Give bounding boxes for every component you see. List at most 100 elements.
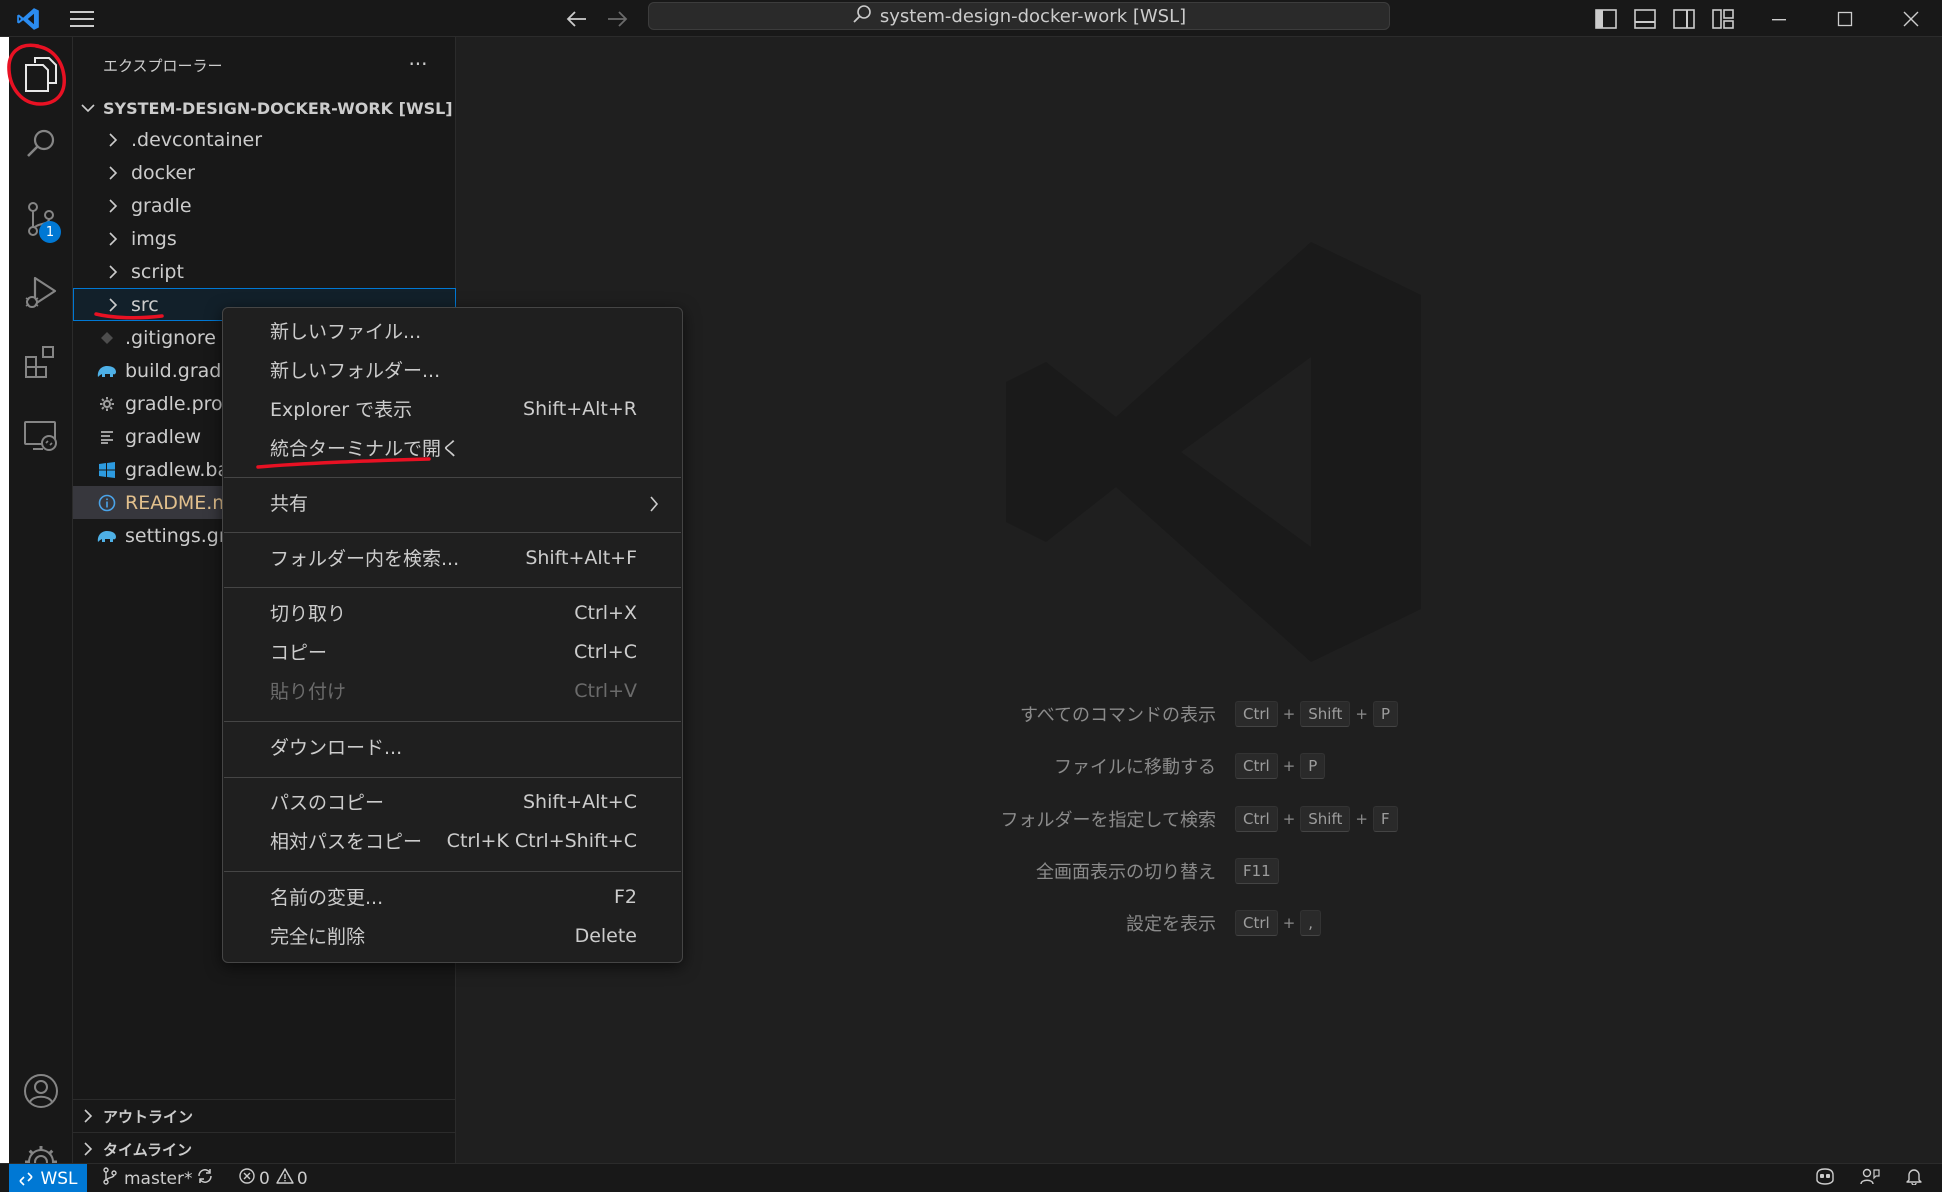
explorer-context-menu: 新しいファイル... 新しいフォルダー... Explorer で表示 Shif… xyxy=(222,307,683,963)
keycap: F xyxy=(1372,806,1398,832)
toggle-primary-sidebar-icon[interactable] xyxy=(1588,0,1624,37)
toggle-secondary-sidebar-icon[interactable] xyxy=(1666,0,1702,37)
menu-item-find-in-folder[interactable]: フォルダー内を検索... Shift+Alt+F xyxy=(224,538,681,577)
shortcut-label: すべてのコマンドの表示 xyxy=(1019,705,1216,726)
tree-folder-devcontainer[interactable]: .devcontainer xyxy=(73,123,456,156)
chevron-right-icon xyxy=(101,255,125,288)
workspace-folder-header[interactable]: SYSTEM-DESIGN-DOCKER-WORK [WSL] xyxy=(73,93,456,123)
menu-separator xyxy=(224,587,681,588)
tree-item-label: imgs xyxy=(131,227,177,250)
keycap: Shift xyxy=(1300,701,1351,727)
git-branch-icon xyxy=(102,1167,118,1190)
shortcut-keys: Ctrl +, xyxy=(1232,910,1324,936)
windows-file-icon xyxy=(95,453,119,486)
menu-item-copy[interactable]: コピー Ctrl+C xyxy=(224,632,681,671)
timeline-section-header[interactable]: タイムライン xyxy=(73,1132,456,1165)
feedback-icon xyxy=(1860,1167,1880,1190)
accounts-icon[interactable] xyxy=(9,1059,73,1123)
tree-item-label: .gitignore xyxy=(125,326,216,349)
keycap: Ctrl xyxy=(1235,753,1278,779)
chevron-right-icon xyxy=(101,123,125,156)
menu-hamburger-icon[interactable] xyxy=(62,0,102,37)
error-icon xyxy=(238,1167,256,1190)
command-center-text: system-design-docker-work [WSL] xyxy=(879,5,1187,27)
submenu-chevron-icon xyxy=(649,495,659,517)
bell-icon xyxy=(1905,1167,1923,1190)
vscode-logo-icon xyxy=(8,0,48,37)
menu-separator xyxy=(224,777,681,778)
tree-item-label: docker xyxy=(131,161,195,184)
tree-item-label: gradle xyxy=(131,194,192,217)
keycap: P xyxy=(1372,701,1399,727)
live-share-button[interactable] xyxy=(1860,1164,1880,1192)
menu-item-paste: 貼り付け Ctrl+V xyxy=(270,679,637,704)
vscode-watermark-icon xyxy=(1006,242,1421,662)
window-left-edge xyxy=(0,37,9,1163)
command-center-search[interactable]: system-design-docker-work [WSL] xyxy=(648,2,1390,30)
close-window-icon[interactable] xyxy=(1877,0,1942,37)
source-control-icon[interactable]: 1 xyxy=(9,187,73,251)
run-and-debug-icon[interactable] xyxy=(9,260,73,324)
menu-item-copy-relative-path[interactable]: 相対パスをコピー Ctrl+K Ctrl+Shift+C xyxy=(224,821,681,860)
copilot-status-button[interactable] xyxy=(1814,1164,1836,1192)
keycap: , xyxy=(1300,910,1322,936)
tree-item-label: gradlew.bat xyxy=(125,458,237,481)
tree-folder-script[interactable]: script xyxy=(73,255,456,288)
tree-item-label: script xyxy=(131,260,184,283)
branch-status[interactable]: master* xyxy=(102,1164,192,1192)
gradle-elephant-icon xyxy=(95,519,119,552)
shortcut-label: 設定を表示 xyxy=(1126,914,1216,935)
chevron-right-icon xyxy=(101,288,125,321)
problems-status[interactable]: 0 0 xyxy=(238,1164,308,1192)
menu-item-reveal-in-explorer[interactable]: Explorer で表示 Shift+Alt+R xyxy=(224,389,681,428)
shortcut-label: 全画面表示の切り替え xyxy=(1036,862,1216,883)
keycap: Shift xyxy=(1300,806,1351,832)
customize-layout-icon[interactable] xyxy=(1705,0,1741,37)
extensions-icon[interactable] xyxy=(9,330,73,394)
text-file-icon xyxy=(95,420,119,453)
sync-button[interactable] xyxy=(196,1164,214,1192)
search-icon[interactable] xyxy=(9,112,73,176)
go-forward-icon[interactable] xyxy=(600,0,634,37)
menu-item-new-file[interactable]: 新しいファイル... xyxy=(224,311,681,350)
tree-item-label: .devcontainer xyxy=(131,128,263,151)
menu-item-delete[interactable]: 完全に削除 Delete xyxy=(224,916,681,955)
tree-folder-gradle[interactable]: gradle xyxy=(73,189,456,222)
menu-separator xyxy=(224,871,681,872)
keycap: Ctrl xyxy=(1235,701,1278,727)
remote-indicator-button[interactable]: WSL xyxy=(9,1164,87,1192)
menu-item-copy-path[interactable]: パスのコピー Shift+Alt+C xyxy=(224,782,681,821)
warning-count: 0 xyxy=(296,1168,308,1189)
menu-item-share[interactable]: 共有 xyxy=(224,483,681,522)
minimize-window-icon[interactable] xyxy=(1745,0,1813,37)
remote-explorer-icon[interactable] xyxy=(9,403,73,467)
activity-bar: 1 xyxy=(9,37,73,1178)
menu-separator xyxy=(224,477,681,478)
tree-folder-docker[interactable]: docker xyxy=(73,156,456,189)
more-actions-button[interactable]: ··· xyxy=(403,49,433,79)
shortcut-label: フォルダーを指定して検索 xyxy=(1000,810,1216,831)
go-back-icon[interactable] xyxy=(560,0,594,37)
maximize-window-icon[interactable] xyxy=(1811,0,1879,37)
title-bar: system-design-docker-work [WSL] xyxy=(0,0,1942,37)
tree-folder-imgs[interactable]: imgs xyxy=(73,222,456,255)
menu-item-download[interactable]: ダウンロード... xyxy=(224,727,681,766)
error-count: 0 xyxy=(259,1168,270,1189)
menu-item-open-in-terminal[interactable]: 統合ターミナルで開く xyxy=(224,428,681,467)
workspace-title: SYSTEM-DESIGN-DOCKER-WORK [WSL] xyxy=(103,98,453,118)
menu-item-cut[interactable]: 切り取り Ctrl+X xyxy=(224,593,681,632)
info-icon xyxy=(95,486,119,519)
keycap: Ctrl xyxy=(1235,806,1278,832)
menu-separator xyxy=(224,532,681,533)
keycap: Ctrl xyxy=(1235,910,1278,936)
git-file-icon xyxy=(95,321,119,354)
explorer-icon[interactable] xyxy=(9,42,73,106)
outline-section-header[interactable]: アウトライン xyxy=(73,1099,456,1132)
sidebar-title: エクスプローラー xyxy=(103,57,223,75)
keycap: P xyxy=(1300,753,1326,779)
menu-item-new-folder[interactable]: 新しいフォルダー... xyxy=(224,350,681,389)
menu-item-rename[interactable]: 名前の変更... F2 xyxy=(224,877,681,916)
notifications-button[interactable] xyxy=(1905,1164,1923,1192)
copilot-icon xyxy=(1814,1167,1836,1190)
toggle-panel-icon[interactable] xyxy=(1627,0,1663,37)
